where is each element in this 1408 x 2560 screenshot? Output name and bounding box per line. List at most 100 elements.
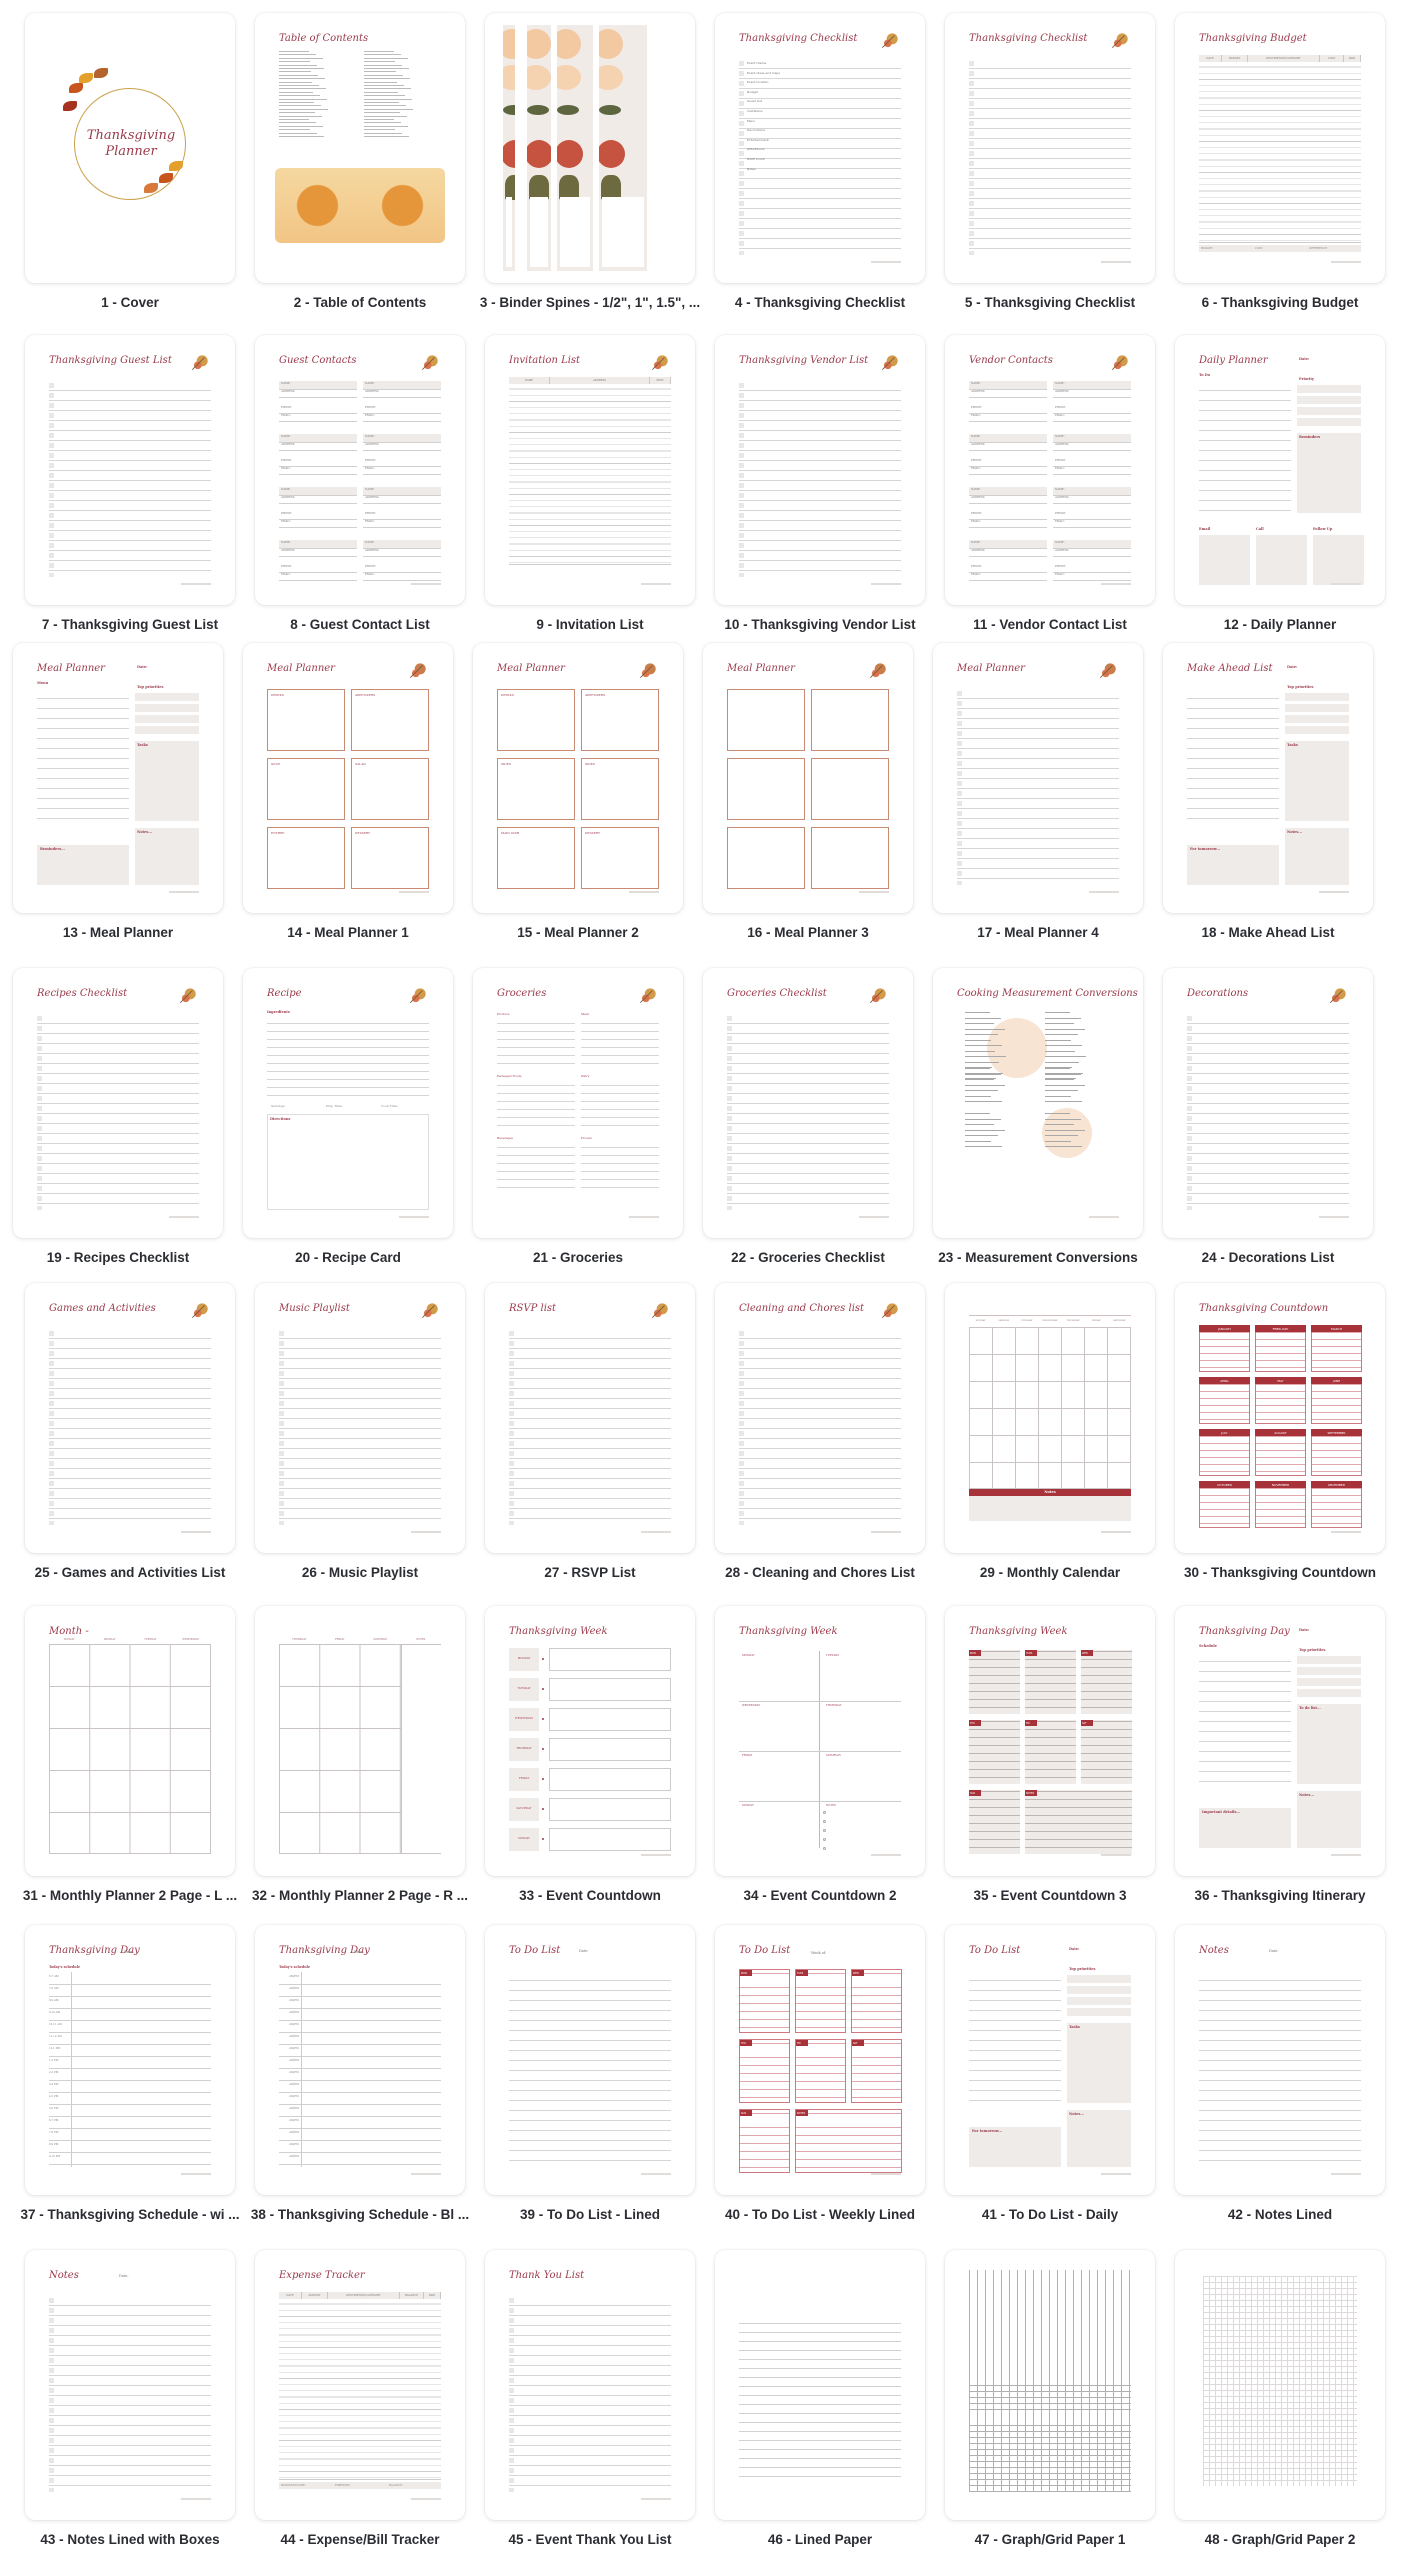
page-thumbnail[interactable]: Thanksgiving Checklist Event theme Event i… [715,13,925,283]
page-thumbnail-label[interactable]: 34 - Event Countdown 2 [705,1888,935,1903]
page-thumbnail[interactable]: Recipe Ingredients Servings: Prep Time: Cook… [243,968,453,1238]
page-thumbnail-label[interactable]: 30 - Thanksgiving Countdown [1165,1565,1395,1580]
page-thumbnail-label[interactable]: 48 - Graph/Grid Paper 2 [1165,2532,1395,2547]
page-thumbnail[interactable]: Meal Planner Date: Top priorities Tasks Menu… [13,643,223,913]
page-thumbnail[interactable]: Thanksgiving Week MON TUES WED THU FRI SAT SUN N… [945,1606,1155,1876]
page-thumbnail[interactable] [485,13,695,283]
page-thumbnail[interactable]: Meal Planner DRINKS APPETIZERS SIDES SIDES MA… [473,643,683,913]
page-thumbnail[interactable] [1175,2250,1385,2520]
page-thumbnail-label[interactable]: 16 - Meal Planner 3 [693,925,923,940]
page-thumbnail-label[interactable]: 28 - Cleaning and Chores List [705,1565,935,1580]
page-thumbnail-label[interactable]: 10 - Thanksgiving Vendor List [705,617,935,632]
page-thumbnail-label[interactable]: 5 - Thanksgiving Checklist [935,295,1165,310]
page-thumbnail-label[interactable]: 13 - Meal Planner [3,925,233,940]
page-thumbnail-label[interactable]: 18 - Make Ahead List [1153,925,1383,940]
page-thumbnail-label[interactable]: 31 - Monthly Planner 2 Page - L ... [15,1888,245,1903]
page-thumbnail[interactable]: Groceries Produce Meat Packaged Foods Dairy B… [473,968,683,1238]
page-thumbnail-label[interactable]: 32 - Monthly Planner 2 Page - R ... [245,1888,475,1903]
page-thumbnail[interactable]: Decorations [1163,968,1373,1238]
page-thumbnail[interactable]: Thank You List [485,2250,695,2520]
page-thumbnail-label[interactable]: 36 - Thanksgiving Itinerary [1165,1888,1395,1903]
page-thumbnail[interactable]: Thanksgiving Week MONDAY TUESDAY WEDNESDAY T… [485,1606,695,1876]
page-thumbnail-label[interactable]: 42 - Notes Lined [1165,2207,1395,2222]
page-thumbnail-label[interactable]: 4 - Thanksgiving Checklist [705,295,935,310]
page-thumbnail-label[interactable]: 44 - Expense/Bill Tracker [245,2532,475,2547]
page-thumbnail-label[interactable]: 47 - Graph/Grid Paper 1 [935,2532,1165,2547]
time-slot-label: AM/PM [289,2071,299,2074]
page-thumbnail[interactable]: Meal Planner [703,643,913,913]
page-thumbnail-label[interactable]: 7 - Thanksgiving Guest List [15,617,245,632]
page-thumbnail-label[interactable]: 6 - Thanksgiving Budget [1165,295,1395,310]
page-thumbnail-label[interactable]: 23 - Measurement Conversions [923,1250,1153,1265]
page-thumbnail-label[interactable]: 37 - Thanksgiving Schedule - wi ... [15,2207,245,2222]
page-thumbnail-label[interactable]: 33 - Event Countdown [475,1888,705,1903]
page-thumbnail-label[interactable]: 43 - Notes Lined with Boxes [15,2532,245,2547]
page-thumbnail-label[interactable]: 40 - To Do List - Weekly Lined [705,2207,935,2222]
page-thumbnail-label[interactable]: 24 - Decorations List [1153,1250,1383,1265]
page-thumbnail[interactable]: Invitation List NAME ADDRESS SENT [485,335,695,605]
page-thumbnail-label[interactable]: 8 - Guest Contact List [245,617,475,632]
page-thumbnail[interactable]: Meal Planner [933,643,1143,913]
page-thumbnail[interactable]: Meal Planner DRINKS APPETIZERS SOUP SALAD ENT… [243,643,453,913]
page-thumbnail-label[interactable]: 17 - Meal Planner 4 [923,925,1153,940]
page-thumbnail[interactable]: Thanksgiving Planner [25,13,235,283]
page-thumbnail[interactable]: Recipes Checklist [13,968,223,1238]
page-thumbnail[interactable]: Cooking Measurement Conversions [933,968,1143,1238]
page-thumbnail[interactable]: Month - SUNDAY MONDAY TUESDAY WEDNESDAY [25,1606,235,1876]
page-thumbnail-label[interactable]: 22 - Groceries Checklist [693,1250,923,1265]
page-thumbnail[interactable]: Table of Contents [255,13,465,283]
page-thumbnail-label[interactable]: 1 - Cover [15,295,245,310]
page-thumbnail[interactable]: Thanksgiving Budget DATE BUDGET DESCRIPTION… [1175,13,1385,283]
page-thumbnail-label[interactable]: 41 - To Do List - Daily [935,2207,1165,2222]
page-thumbnail[interactable]: To Do List Week of: MON TUES WED THU FRI SAT SUN… [715,1925,925,2195]
page-preview: Guest Contacts NAME: ADDRESS: PHONE: EMAIL: N… [279,355,441,585]
page-thumbnail-label[interactable]: 26 - Music Playlist [245,1565,475,1580]
page-thumbnail-label[interactable]: 21 - Groceries [463,1250,693,1265]
page-thumbnail[interactable]: Vendor Contacts NAME: ADDRESS: PHONE: EMAIL:… [945,335,1155,605]
page-thumbnail[interactable]: Daily Planner Date: Priority Reminders To Do… [1175,335,1385,605]
page-thumbnail[interactable] [945,2250,1155,2520]
page-thumbnail[interactable]: Notes Date: [1175,1925,1385,2195]
footer-url [399,891,429,893]
page-thumbnail[interactable]: Make Ahead List Date: Top priorities Tasks N… [1163,643,1373,913]
page-thumbnail-label[interactable]: 38 - Thanksgiving Schedule - Bl ... [245,2207,475,2222]
page-thumbnail-label[interactable]: 46 - Lined Paper [705,2532,935,2547]
page-thumbnail[interactable]: Music Playlist [255,1283,465,1553]
page-thumbnail-label[interactable]: 11 - Vendor Contact List [935,617,1165,632]
page-thumbnail[interactable]: Guest Contacts NAME: ADDRESS: PHONE: EMAIL: N… [255,335,465,605]
page-thumbnail-label[interactable]: 20 - Recipe Card [233,1250,463,1265]
page-thumbnail[interactable]: Thanksgiving Vendor List [715,335,925,605]
page-thumbnail-label[interactable]: 15 - Meal Planner 2 [463,925,693,940]
page-thumbnail[interactable]: Cleaning and Chores list [715,1283,925,1553]
page-thumbnail-label[interactable]: 45 - Event Thank You List [475,2532,705,2547]
page-thumbnail[interactable]: Thanksgiving Day Date: Today's schedule AM/… [255,1925,465,2195]
page-thumbnail[interactable]: Thanksgiving Day Date: Today's schedule 6-7… [25,1925,235,2195]
page-thumbnail-label[interactable]: 27 - RSVP List [475,1565,705,1580]
page-thumbnail[interactable] [715,2250,925,2520]
page-thumbnail[interactable]: To Do List Date: [485,1925,695,2195]
page-thumbnail[interactable]: Thanksgiving Week MONDAY TUESDAY WEDNESDAY T… [715,1606,925,1876]
page-thumbnail[interactable]: Games and Activities [25,1283,235,1553]
page-thumbnail[interactable]: SUNDAY MONDAY TUESDAY WEDNESDAY THURSDAY FRID… [945,1283,1155,1553]
page-thumbnail[interactable]: Thanksgiving Day Date: Top priorities To do… [1175,1606,1385,1876]
page-thumbnail-label[interactable]: 12 - Daily Planner [1165,617,1395,632]
page-thumbnail[interactable]: Groceries Checklist [703,968,913,1238]
page-thumbnail[interactable]: To Do List Date: Top priorities Tasks Notes.… [945,1925,1155,2195]
page-thumbnail[interactable]: Thanksgiving Guest List [25,335,235,605]
page-thumbnail-label[interactable]: 29 - Monthly Calendar [935,1565,1165,1580]
page-thumbnail-label[interactable]: 19 - Recipes Checklist [3,1250,233,1265]
page-thumbnail-label[interactable]: 35 - Event Countdown 3 [935,1888,1165,1903]
page-thumbnail-label[interactable]: 2 - Table of Contents [245,295,475,310]
page-thumbnail[interactable]: Notes Date: [25,2250,235,2520]
page-thumbnail[interactable]: Thanksgiving Checklist [945,13,1155,283]
page-thumbnail[interactable]: Thanksgiving Countdown JANUARY FEBRUARY MAR… [1175,1283,1385,1553]
page-thumbnail-label[interactable]: 25 - Games and Activities List [15,1565,245,1580]
page-thumbnail[interactable]: Expense Tracker DATE AMOUNT DESCRIPTION/CAT… [255,2250,465,2520]
page-thumbnail-label[interactable]: 39 - To Do List - Lined [475,2207,705,2222]
page-thumbnail[interactable]: THURSDAY FRIDAY SATURDAY NOTES [255,1606,465,1876]
page-thumbnail[interactable]: RSVP list [485,1283,695,1553]
page-thumbnail-label[interactable]: 9 - Invitation List [475,617,705,632]
page-thumbnail-label[interactable]: 14 - Meal Planner 1 [233,925,463,940]
page-thumbnail-label[interactable]: 3 - Binder Spines - 1/2", 1", 1.5", ... [475,295,705,310]
meal-section-box [811,689,889,751]
